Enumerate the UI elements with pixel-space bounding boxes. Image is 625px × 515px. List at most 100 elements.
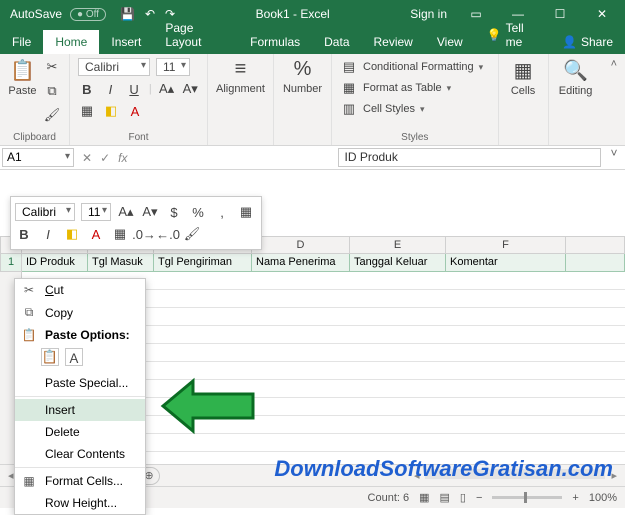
view-normal-icon[interactable]: ▦ [419, 491, 429, 504]
tab-file[interactable]: File [0, 30, 43, 54]
group-alignment: ≡Alignment [208, 54, 274, 145]
tab-home[interactable]: Home [43, 30, 99, 54]
italic-button[interactable]: I [39, 225, 57, 243]
tab-page-layout[interactable]: Page Layout [153, 16, 238, 54]
underline-button[interactable]: U [125, 80, 143, 98]
formula-bar[interactable]: ID Produk [338, 148, 602, 167]
tab-data[interactable]: Data [312, 30, 361, 54]
cell-b1[interactable]: Tgl Masuk [88, 254, 154, 272]
zoom-out-icon[interactable]: − [476, 492, 482, 504]
ctx-clear-contents[interactable]: Clear Contents [15, 443, 145, 465]
format-painter-icon[interactable]: 🖌 [183, 225, 201, 243]
decrease-decimal-icon[interactable]: ←.0 [159, 225, 177, 243]
group-font: Calibri 11 B I U | A▴ A▾ ▦ ◧ A Font [70, 54, 208, 145]
ctx-row-height[interactable]: Row Height... [15, 492, 145, 514]
borders-icon[interactable]: ▦ [78, 102, 96, 120]
font-color-icon[interactable]: A [126, 102, 144, 120]
ctx-paste-special[interactable]: Paste Special... [15, 372, 145, 394]
fx-icon[interactable]: fx [118, 151, 127, 165]
table-icon: ▦ [340, 79, 358, 97]
tab-insert[interactable]: Insert [99, 30, 153, 54]
alignment-button[interactable]: ≡Alignment [216, 58, 265, 95]
font-size-combo[interactable]: 11 [156, 58, 190, 76]
ctx-format-cells[interactable]: ▦Format Cells... [15, 470, 145, 492]
mini-font-name[interactable]: Calibri [15, 203, 75, 221]
tab-view[interactable]: View [425, 30, 475, 54]
cell-styles-icon: ▥ [340, 100, 358, 118]
cells-button[interactable]: ▦Cells [507, 58, 540, 97]
cancel-formula-icon[interactable]: ✕ [82, 151, 92, 165]
ctx-copy[interactable]: ⧉Copy [15, 301, 145, 324]
paste-button[interactable]: 📋 Paste [8, 58, 37, 97]
view-page-break-icon[interactable]: ▯ [460, 491, 466, 504]
col-header-d[interactable]: D [252, 236, 350, 254]
cell-a1[interactable]: ID Produk [22, 254, 88, 272]
tell-me[interactable]: 💡Tell me [475, 16, 550, 54]
cell-c1[interactable]: Tgl Pengiriman [154, 254, 252, 272]
font-color-icon[interactable]: A [87, 225, 105, 243]
paste-option-values-icon[interactable]: 📋 [41, 348, 59, 366]
save-icon[interactable]: 💾 [120, 7, 135, 21]
cell-e1[interactable]: Tanggal Keluar [350, 254, 446, 272]
collapse-ribbon-icon[interactable]: ˄ [603, 54, 625, 74]
view-page-layout-icon[interactable]: ▤ [440, 491, 450, 504]
percent-icon[interactable]: % [189, 203, 207, 221]
group-cells: ▦Cells [499, 54, 549, 145]
grow-font-icon[interactable]: A▴ [117, 203, 135, 221]
group-styles: ▤Conditional Formatting▾ ▦Format as Tabl… [332, 54, 499, 145]
ctx-cut[interactable]: ✂Cut [15, 279, 145, 301]
borders-icon[interactable]: ▦ [111, 225, 129, 243]
conditional-formatting-button[interactable]: ▤Conditional Formatting▾ [340, 58, 483, 76]
ctx-insert[interactable]: Insert [15, 399, 145, 421]
font-name-combo[interactable]: Calibri [78, 58, 150, 76]
grow-font-icon[interactable]: A▴ [158, 80, 176, 98]
col-header-f[interactable]: F [446, 236, 566, 254]
copy-icon[interactable]: ⧉ [43, 82, 61, 100]
col-header-g[interactable] [566, 236, 625, 254]
tab-formulas[interactable]: Formulas [238, 30, 312, 54]
format-as-table-button[interactable]: ▦Format as Table▾ [340, 79, 483, 97]
accounting-format-icon[interactable]: $ [165, 203, 183, 221]
comma-style-icon[interactable]: , [213, 203, 231, 221]
autosave-label: AutoSave [10, 7, 62, 21]
tab-review[interactable]: Review [362, 30, 425, 54]
increase-decimal-icon[interactable]: .0→ [135, 225, 153, 243]
cut-icon[interactable]: ✂ [43, 58, 61, 76]
paste-option-keep-formatting-icon[interactable]: Ａ [65, 348, 83, 366]
enter-formula-icon[interactable]: ✓ [100, 151, 110, 165]
editing-button[interactable]: 🔍Editing [557, 58, 595, 97]
col-header-e[interactable]: E [350, 236, 446, 254]
maximize-icon[interactable]: ☐ [547, 7, 573, 21]
shrink-font-icon[interactable]: A▾ [181, 80, 199, 98]
mini-font-size[interactable]: 11 [81, 203, 111, 221]
format-painter-icon[interactable]: 🖌 [43, 106, 61, 124]
mini-toolbar: Calibri 11 A▴ A▾ $ % , ▦ B I ◧ A ▦ .0→ ←… [10, 196, 262, 250]
cells-icon: ▦ [514, 58, 533, 83]
bold-button[interactable]: B [78, 80, 96, 98]
fill-color-icon[interactable]: ◧ [102, 102, 120, 120]
zoom-level[interactable]: 100% [589, 492, 617, 504]
shrink-font-icon[interactable]: A▾ [141, 203, 159, 221]
zoom-slider[interactable] [492, 496, 562, 499]
cell-g1[interactable] [566, 254, 625, 272]
clipboard-icon: 📋 [10, 58, 35, 83]
cell-f1[interactable]: Komentar [446, 254, 566, 272]
share-button[interactable]: 👤Share [550, 30, 625, 54]
cell-d1[interactable]: Nama Penerima [252, 254, 350, 272]
bold-button[interactable]: B [15, 225, 33, 243]
ctx-delete[interactable]: Delete [15, 421, 145, 443]
zoom-in-icon[interactable]: + [572, 492, 578, 504]
fill-color-icon[interactable]: ◧ [63, 225, 81, 243]
expand-formula-bar-icon[interactable]: ˅ [603, 146, 625, 169]
name-box[interactable]: A1 [2, 148, 74, 167]
row-header-1[interactable]: 1 [0, 254, 22, 272]
borders-icon[interactable]: ▦ [237, 203, 255, 221]
number-format-button[interactable]: %Number [282, 58, 323, 95]
autosave-toggle[interactable]: ● Off [70, 8, 106, 21]
group-number: %Number [274, 54, 332, 145]
italic-button[interactable]: I [102, 80, 120, 98]
cell-styles-button[interactable]: ▥Cell Styles▾ [340, 100, 483, 118]
sign-in-link[interactable]: Sign in [410, 7, 447, 21]
align-icon: ≡ [235, 58, 247, 81]
close-icon[interactable]: ✕ [589, 7, 615, 21]
